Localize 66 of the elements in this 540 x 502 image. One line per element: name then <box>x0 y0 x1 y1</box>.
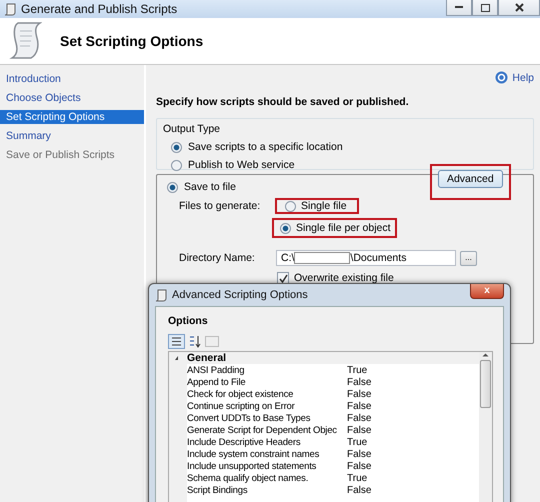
property-name[interactable]: Append to File <box>187 376 347 388</box>
property-name[interactable]: Generate Script for Dependent Objec <box>187 424 347 436</box>
maximize-icon <box>480 4 490 12</box>
category-label: General <box>187 352 226 364</box>
minimize-icon <box>455 6 463 9</box>
page-title: Set Scripting Options <box>60 33 204 49</box>
property-value[interactable]: False <box>347 376 372 388</box>
property-value[interactable]: False <box>347 424 372 436</box>
scroll-thumb[interactable] <box>480 360 491 408</box>
property-name[interactable]: Convert UDDTs to Base Types <box>187 412 347 424</box>
property-value[interactable]: True <box>347 472 368 484</box>
radio-button[interactable] <box>171 160 182 170</box>
property-name[interactable]: Include Descriptive Headers <box>187 436 347 448</box>
property-name[interactable]: Schema qualify object names. <box>187 472 347 484</box>
instruction-text: Specify how scripts should be saved or published. <box>156 96 410 108</box>
property-value[interactable]: False <box>347 460 372 472</box>
property-name[interactable]: Continue scripting on Error <box>187 400 347 412</box>
help-link[interactable]: Help <box>512 72 534 84</box>
property-value[interactable]: False <box>347 448 372 460</box>
property-name[interactable]: Check for object existence <box>187 388 347 400</box>
section-title: Options <box>168 315 209 327</box>
scrollbar[interactable] <box>479 352 492 502</box>
property-value[interactable]: False <box>347 388 372 400</box>
files-label: Files to generate: <box>179 200 262 212</box>
minimize-button[interactable] <box>446 0 472 16</box>
sidebar-item[interactable]: Introduction <box>0 72 144 86</box>
close-button[interactable] <box>498 0 540 16</box>
property-name[interactable]: Include unsupported statements <box>187 460 347 472</box>
radio-label: Single file per object <box>296 222 391 234</box>
radio-button[interactable] <box>280 222 291 234</box>
script-icon <box>4 2 16 16</box>
sidebar-item[interactable]: Set Scripting Options <box>0 110 144 124</box>
property-name[interactable]: ANSI Padding <box>187 364 347 376</box>
radio-label: Publish to Web service <box>188 159 295 171</box>
directory-field[interactable]: C:\ \Documents <box>276 250 456 266</box>
radio-button[interactable] <box>171 142 182 152</box>
dialog-title: Advanced Scripting Options <box>172 289 308 301</box>
maximize-button[interactable] <box>472 0 498 16</box>
property-value[interactable]: True <box>347 364 368 376</box>
scroll-icon <box>8 21 42 61</box>
radio-label: Save to file <box>184 181 236 193</box>
close-icon <box>514 3 524 12</box>
directory-label: Directory Name: <box>179 252 256 264</box>
property-name[interactable]: Script Bindings <box>187 484 347 496</box>
radio-button[interactable] <box>167 182 178 192</box>
script-icon <box>155 288 167 302</box>
sort-icon[interactable] <box>188 334 202 349</box>
browse-button[interactable]: ... <box>460 250 477 266</box>
scroll-up-icon[interactable] <box>482 352 489 357</box>
advanced-button[interactable]: Advanced <box>438 170 503 188</box>
checkbox[interactable] <box>277 272 289 284</box>
property-value[interactable]: False <box>347 412 372 424</box>
categorized-icon[interactable] <box>168 334 185 349</box>
group-label: Output Type <box>163 123 222 135</box>
window-title: Generate and Publish Scripts <box>21 2 178 16</box>
property-value[interactable]: False <box>347 400 372 412</box>
property-name[interactable]: Include system constraint names <box>187 448 347 460</box>
help-icon[interactable] <box>495 71 508 84</box>
sidebar-item[interactable]: Summary <box>0 129 144 143</box>
radio-button[interactable] <box>285 200 296 212</box>
sidebar-item[interactable]: Choose Objects <box>0 91 144 105</box>
radio-label: Single file <box>301 200 347 212</box>
property-value[interactable]: True <box>347 436 368 448</box>
checkbox-label: Overwrite existing file <box>294 272 394 284</box>
property-value[interactable]: False <box>347 484 372 496</box>
radio-label: Save scripts to a specific location <box>188 141 343 153</box>
